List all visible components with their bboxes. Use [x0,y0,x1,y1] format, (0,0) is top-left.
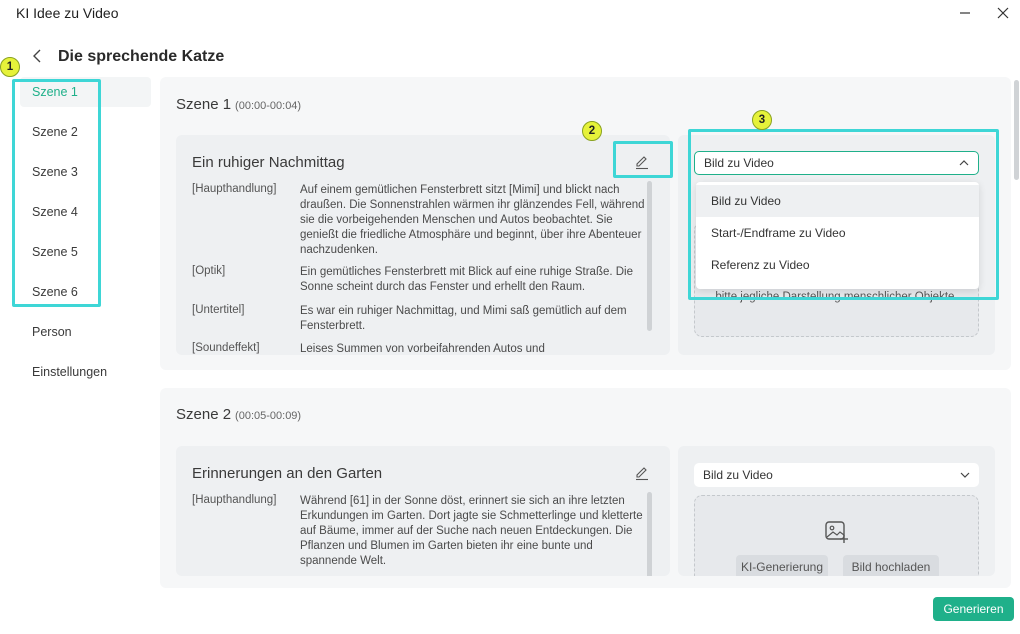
upload-image-button[interactable]: Bild hochladen [843,555,939,576]
ai-generation-button[interactable]: KI-Generierung [736,555,828,576]
window-title: KI Idee zu Video [16,5,119,21]
scene-2-heading: Szene 2 (00:05-00:09) [176,406,301,423]
highlight-box-3 [688,129,999,300]
sidebar-item-einstellungen[interactable]: Einstellungen [32,365,107,379]
row-value-optik: Ein gemütliches Fensterbrett mit Blick a… [300,266,634,293]
back-button[interactable] [28,46,46,66]
generate-button[interactable]: Generieren [933,597,1014,621]
close-icon [997,7,1009,19]
minimize-icon [960,12,970,14]
annotation-badge-3: 3 [752,110,772,130]
scene-2-mode-value: Bild zu Video [703,468,773,482]
annotation-badge-2: 2 [582,121,602,141]
row-value-haupthandlung: Während [61] in der Sonne döst, erinnert… [300,495,643,567]
row-key-optik: [Optik] [192,265,226,277]
row-value-soundeffekt: Leises Summen von vorbeifahrenden Autos … [300,343,545,355]
scene-1-script-card: Ein ruhiger Nachmittag [Haupthandlung] A… [176,135,670,355]
scene-2-mode-select[interactable]: Bild zu Video [694,463,979,487]
scene-2-script-card: Erinnerungen an den Garten [Haupthandlun… [176,446,670,576]
annotation-badge-1: 1 [0,57,20,77]
scene-1-time: (00:00-00:04) [235,100,302,112]
script-scrollbar[interactable] [647,181,652,331]
page-title: Die sprechende Katze [58,48,225,65]
scene-1-heading: Szene 1 (00:00-00:04) [176,96,301,113]
scene-2-card-title: Erinnerungen an den Garten [192,465,383,482]
row-key-soundeffekt: [Soundeffekt] [192,342,260,354]
highlight-box-1 [12,79,101,307]
scene-2-time: (00:05-00:09) [235,410,302,422]
chevron-down-icon [960,472,970,478]
minimize-button[interactable] [954,2,976,24]
pencil-icon [636,467,648,481]
main-scrollbar[interactable] [1014,80,1019,180]
row-key-untertitel: [Untertitel] [192,304,245,316]
row-value-untertitel: Es war ein ruhiger Nachmittag, und Mimi … [300,305,627,332]
highlight-box-2 [613,141,673,178]
close-button[interactable] [992,2,1014,24]
row-key-haupthandlung: [Haupthandlung] [192,494,277,506]
sidebar-item-person[interactable]: Person [32,325,72,339]
scene-1-card-title: Ein ruhiger Nachmittag [192,154,345,171]
scene-2-title: Szene 2 [176,406,232,423]
row-value-haupthandlung: Auf einem gemütlichen Fensterbrett sitzt… [300,184,645,256]
scene-1-title: Szene 1 [176,96,232,113]
row-key-haupthandlung: [Haupthandlung] [192,183,277,195]
edit-button[interactable] [633,464,651,482]
image-add-icon [824,519,850,545]
script-scrollbar[interactable] [647,492,652,576]
chevron-left-icon [33,49,41,63]
